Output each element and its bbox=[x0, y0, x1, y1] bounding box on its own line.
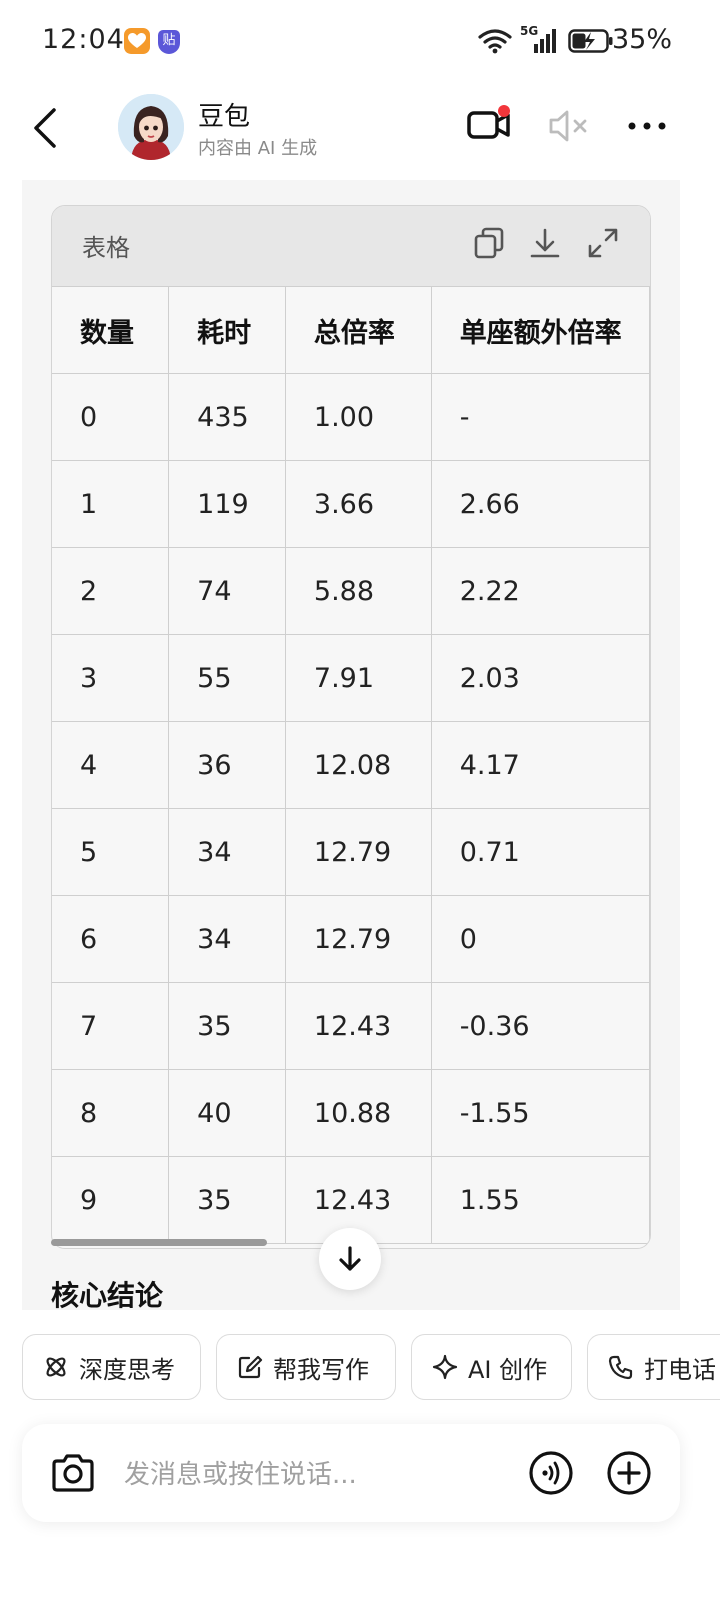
table-cell: 4.17 bbox=[430, 721, 650, 809]
battery-icon bbox=[568, 29, 613, 53]
scroll-to-bottom-button[interactable] bbox=[319, 1228, 381, 1290]
table-card-header: 表格 bbox=[52, 206, 650, 287]
table-cell: -0.36 bbox=[430, 982, 650, 1070]
table-cell: 1 bbox=[52, 460, 170, 548]
camera-icon[interactable] bbox=[50, 1452, 96, 1498]
message-input[interactable]: 发消息或按住说话... bbox=[124, 1454, 357, 1491]
section-heading: 核心结论 bbox=[51, 1279, 164, 1310]
mute-icon[interactable] bbox=[548, 108, 592, 148]
column-header: 总倍率 bbox=[284, 286, 432, 374]
table-cell: 0 bbox=[430, 895, 650, 983]
table-row: 2 74 5.88 2.22 bbox=[52, 547, 650, 635]
table-row: 8 40 10.88 -1.55 bbox=[52, 1069, 650, 1157]
heart-app-icon bbox=[124, 28, 150, 54]
chip-ai-create[interactable]: AI 创作 bbox=[411, 1334, 572, 1400]
battery-percentage: 35% bbox=[612, 24, 673, 55]
table-cell: 34 bbox=[168, 808, 286, 896]
status-bar: 12:04 贴 5G 35% bbox=[0, 0, 720, 80]
table-cell: 2.66 bbox=[430, 460, 650, 548]
column-header: 单座额外倍率 bbox=[430, 286, 650, 374]
table-card: 表格 数量 耗时 总倍率 单座额外倍率 0 435 1.00 - 1 119 3… bbox=[51, 205, 651, 1249]
sparkle-icon bbox=[432, 1354, 458, 1380]
message-input-bar: 发消息或按住说话... bbox=[22, 1424, 680, 1522]
table-cell: 12.08 bbox=[284, 721, 432, 809]
table-row: 3 55 7.91 2.03 bbox=[52, 634, 650, 722]
table-cell: 1.55 bbox=[430, 1156, 650, 1244]
arrow-down-icon bbox=[339, 1246, 361, 1271]
table-cell: 55 bbox=[168, 634, 286, 722]
table-cell: 2 bbox=[52, 547, 170, 635]
bot-avatar[interactable] bbox=[118, 94, 184, 160]
table-cell: 36 bbox=[168, 721, 286, 809]
table-cell: 5 bbox=[52, 808, 170, 896]
table-cell: 12.79 bbox=[284, 808, 432, 896]
table-cell: 0.71 bbox=[430, 808, 650, 896]
table-cell: 2.22 bbox=[430, 547, 650, 635]
table-card-title: 表格 bbox=[82, 234, 130, 262]
chip-label: 帮我写作 bbox=[273, 1355, 369, 1384]
chip-label: 深度思考 bbox=[79, 1355, 175, 1384]
table-cell: 8 bbox=[52, 1069, 170, 1157]
table-row: 1 119 3.66 2.66 bbox=[52, 460, 650, 548]
table-cell: 3.66 bbox=[284, 460, 432, 548]
chip-label: AI 创作 bbox=[468, 1355, 548, 1384]
table-cell: -1.55 bbox=[430, 1069, 650, 1157]
table-row: 0 435 1.00 - bbox=[52, 373, 650, 461]
table-row: 6 34 12.79 0 bbox=[52, 895, 650, 983]
table-cell: 74 bbox=[168, 547, 286, 635]
download-icon[interactable] bbox=[528, 226, 562, 260]
table-cell: 7 bbox=[52, 982, 170, 1070]
chip-deep-thinking[interactable]: 深度思考 bbox=[22, 1334, 201, 1400]
table-cell: 1.00 bbox=[284, 373, 432, 461]
chat-header: 豆包 内容由 AI 生成 bbox=[0, 86, 720, 170]
chip-help-write[interactable]: 帮我写作 bbox=[216, 1334, 396, 1400]
chip-label: 打电话 bbox=[644, 1355, 716, 1384]
table-cell: 3 bbox=[52, 634, 170, 722]
table-cell: 35 bbox=[168, 982, 286, 1070]
table-cell: 40 bbox=[168, 1069, 286, 1157]
table-cell: 0 bbox=[52, 373, 170, 461]
expand-icon[interactable] bbox=[586, 226, 620, 260]
table-row: 7 35 12.43 -0.36 bbox=[52, 982, 650, 1070]
horizontal-scrollbar[interactable] bbox=[51, 1239, 267, 1246]
data-table: 数量 耗时 总倍率 单座额外倍率 0 435 1.00 - 1 119 3.66 bbox=[52, 286, 650, 1244]
column-header: 数量 bbox=[52, 286, 170, 374]
table-cell: - bbox=[430, 373, 650, 461]
table-cell: 435 bbox=[168, 373, 286, 461]
back-icon[interactable] bbox=[30, 106, 60, 154]
table-cell: 6 bbox=[52, 895, 170, 983]
table-row: 5 34 12.79 0.71 bbox=[52, 808, 650, 896]
signal-icon: 5G bbox=[520, 24, 560, 56]
table-cell: 4 bbox=[52, 721, 170, 809]
bot-name: 豆包 bbox=[198, 102, 251, 132]
quick-action-bar: 深度思考 帮我写作 AI 创作 打电话 bbox=[22, 1334, 720, 1402]
video-call-icon[interactable] bbox=[466, 104, 512, 148]
table-header-row: 数量 耗时 总倍率 单座额外倍率 bbox=[52, 286, 650, 374]
table-cell: 34 bbox=[168, 895, 286, 983]
wifi-icon bbox=[478, 29, 512, 54]
ai-generated-note: 内容由 AI 生成 bbox=[198, 138, 318, 159]
chip-phone-call[interactable]: 打电话 bbox=[587, 1334, 720, 1400]
table-row: 4 36 12.08 4.17 bbox=[52, 721, 650, 809]
table-cell: 2.03 bbox=[430, 634, 650, 722]
table-cell: 12.43 bbox=[284, 982, 432, 1070]
table-cell: 7.91 bbox=[284, 634, 432, 722]
edit-icon bbox=[238, 1355, 263, 1379]
sticker-app-icon: 贴 bbox=[158, 30, 180, 54]
table-cell: 5.88 bbox=[284, 547, 432, 635]
phone-icon bbox=[608, 1355, 633, 1380]
column-header: 耗时 bbox=[168, 286, 286, 374]
voice-input-icon[interactable] bbox=[528, 1450, 574, 1500]
copy-icon[interactable] bbox=[472, 226, 506, 260]
table-cell: 35 bbox=[168, 1156, 286, 1244]
more-icon[interactable] bbox=[626, 108, 668, 148]
add-icon[interactable] bbox=[606, 1450, 652, 1500]
table-cell: 10.88 bbox=[284, 1069, 432, 1157]
status-time: 12:04 bbox=[42, 24, 125, 55]
table-cell: 119 bbox=[168, 460, 286, 548]
atom-icon bbox=[46, 1357, 66, 1377]
message-area: 表格 数量 耗时 总倍率 单座额外倍率 0 435 1.00 - 1 119 3… bbox=[22, 180, 680, 1310]
table-cell: 12.79 bbox=[284, 895, 432, 983]
table-cell: 9 bbox=[52, 1156, 170, 1244]
